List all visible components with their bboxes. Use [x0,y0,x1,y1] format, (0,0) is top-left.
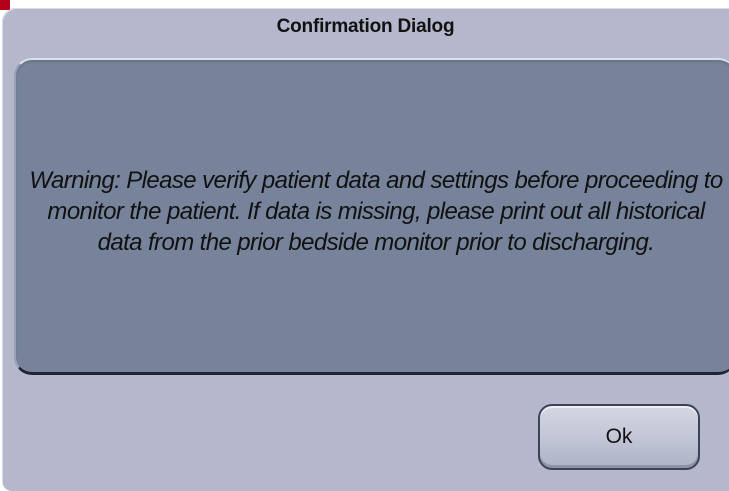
dialog-title: Confirmation Dialog [276,16,455,37]
screen: Confirmation Dialog Warning: Please veri… [0,0,729,491]
ok-button[interactable]: Ok [538,404,700,470]
warning-message: Warning: Please verify patient data and … [29,166,723,256]
red-corner-accent [0,0,10,10]
message-panel: Warning: Please verify patient data and … [14,58,729,375]
confirmation-dialog: Confirmation Dialog Warning: Please veri… [2,8,729,491]
